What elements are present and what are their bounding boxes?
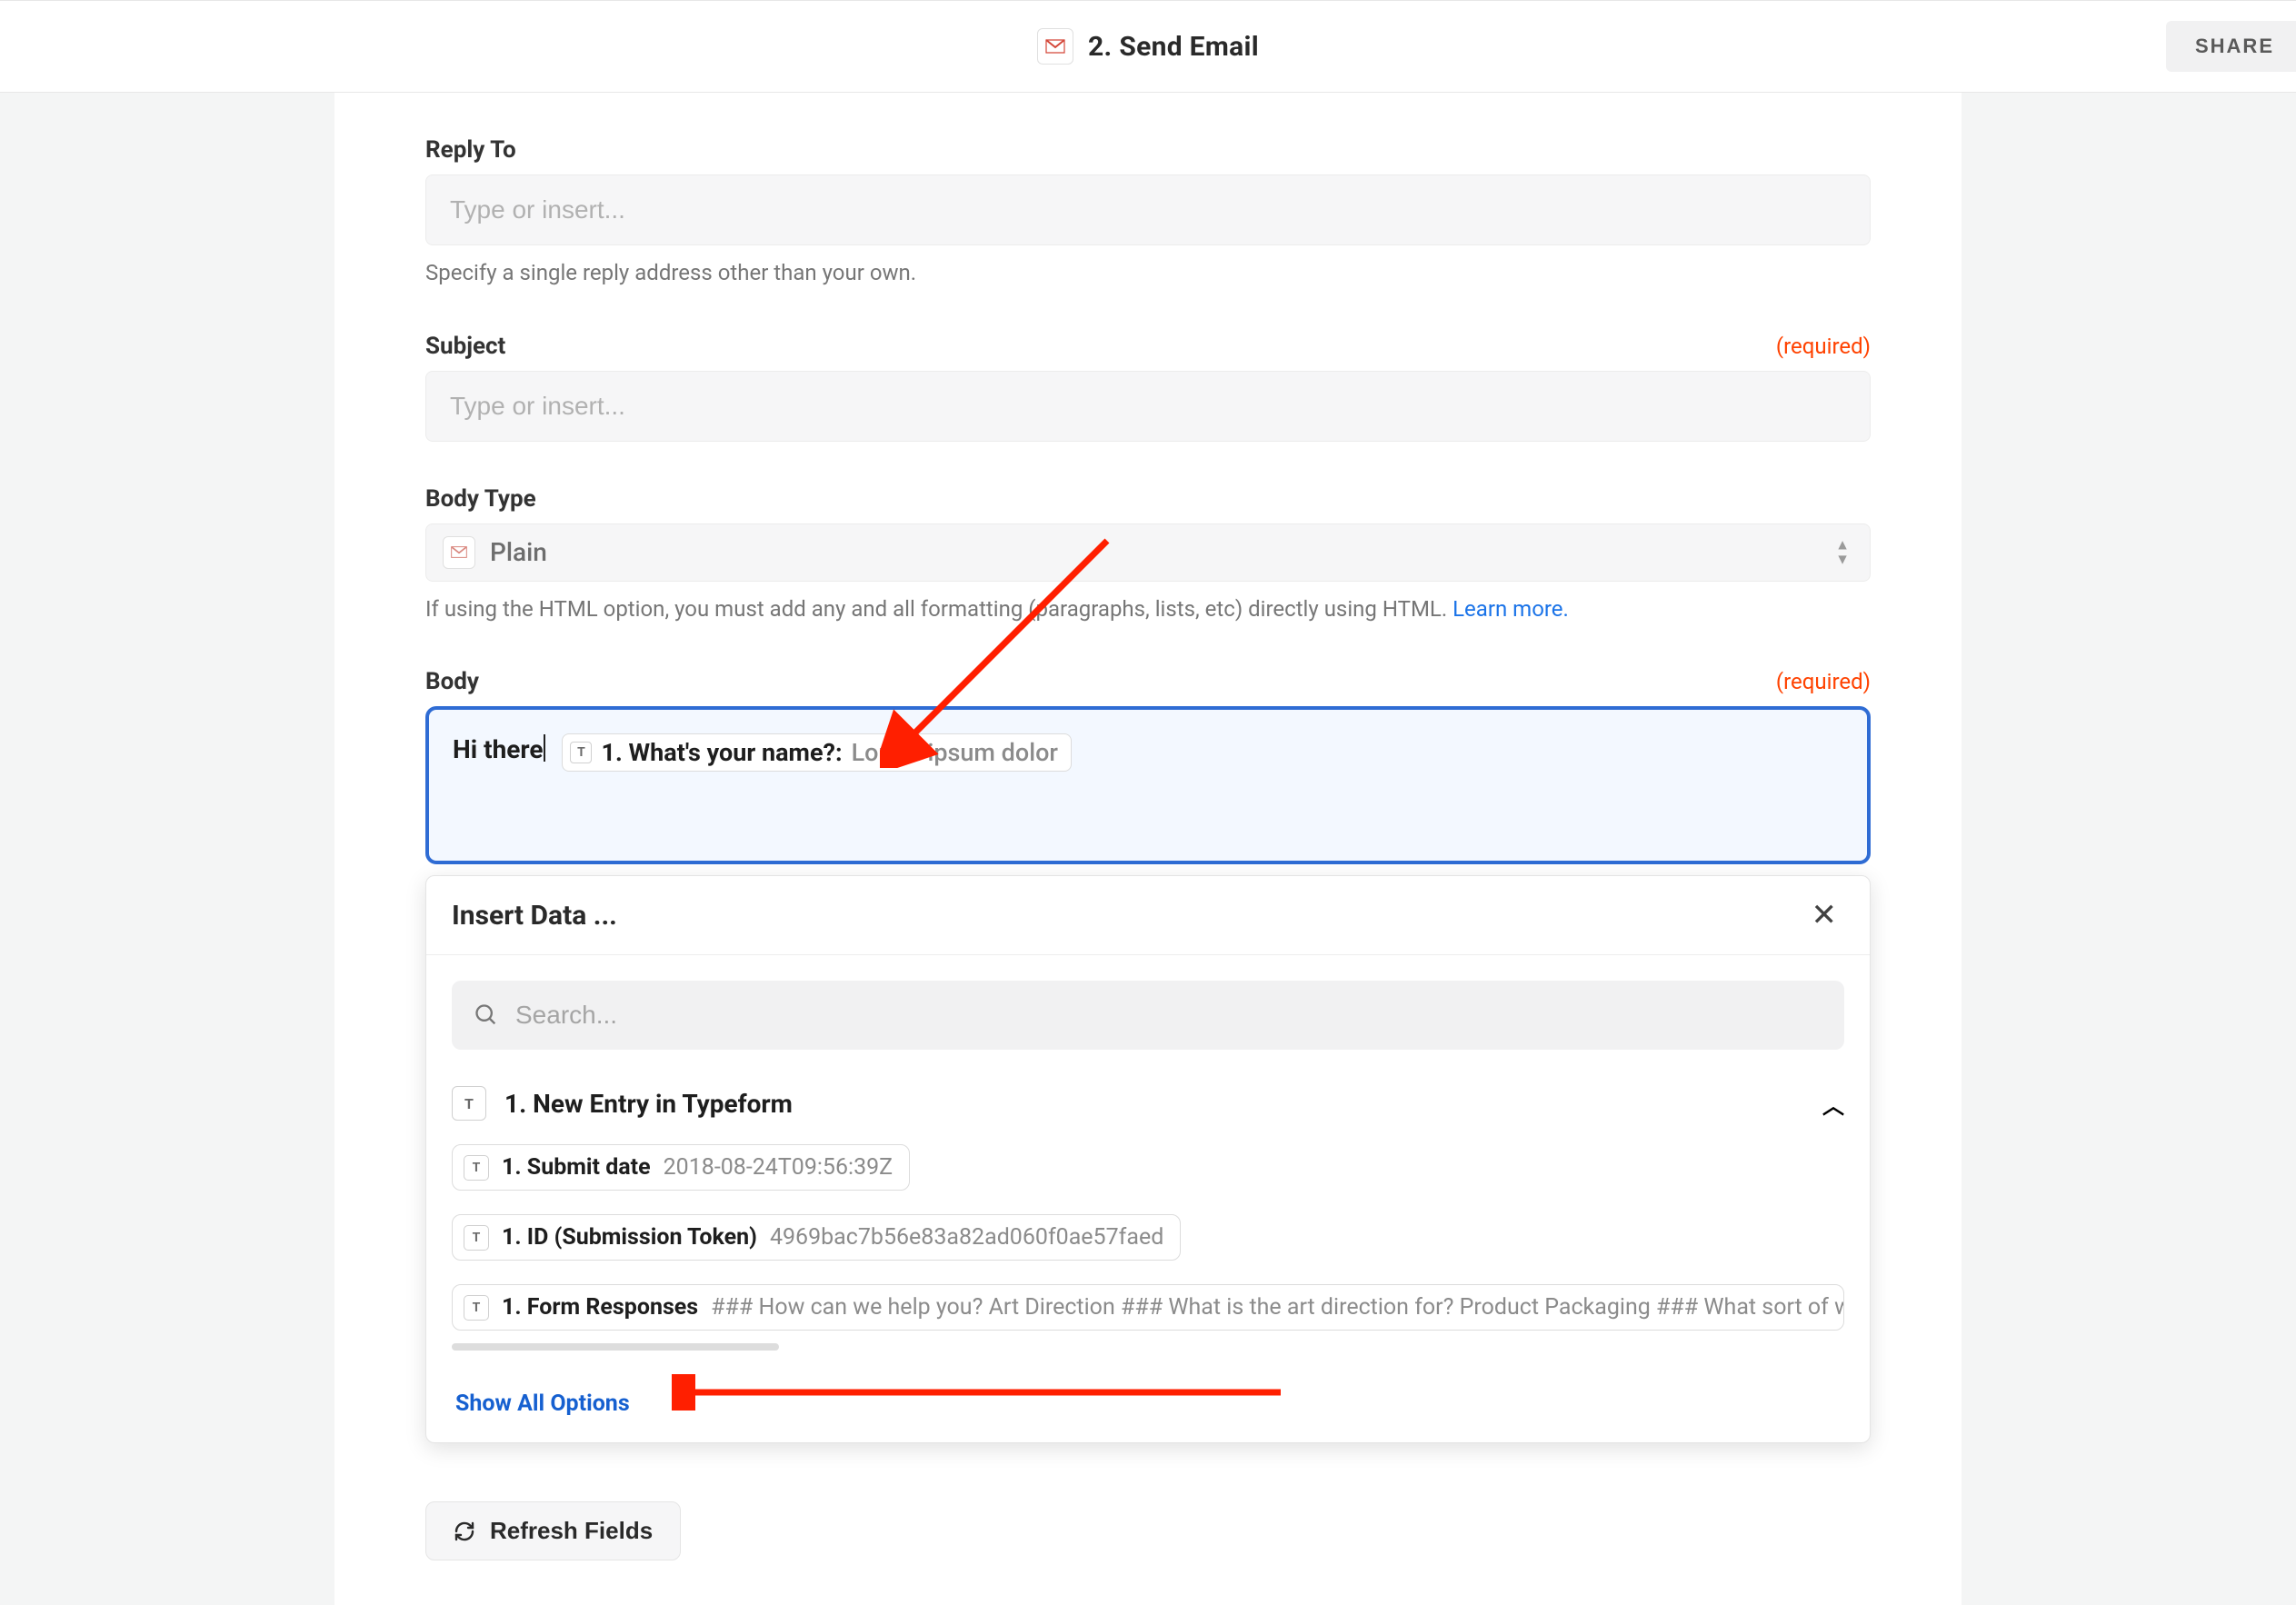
typeform-badge-icon: T (464, 1295, 489, 1321)
typeform-badge-icon: T (452, 1086, 486, 1121)
chip-sample: 4969bac7b56e83a82ad060f0ae57faed (770, 1224, 1163, 1251)
chip-sample: 2018-08-24T09:56:39Z (664, 1154, 893, 1181)
refresh-icon (454, 1520, 475, 1542)
popover-search-input[interactable] (515, 1001, 1822, 1030)
data-group-title: 1. New Entry in Typeform (504, 1089, 793, 1119)
top-bar: 2. Send Email SHARE (0, 0, 2296, 93)
learn-more-link[interactable]: Learn more. (1452, 596, 1569, 622)
typeform-badge-icon: T (464, 1155, 489, 1181)
data-chip[interactable]: T 1. Submit date 2018-08-24T09:56:39Z (452, 1144, 910, 1191)
body-label: Body (425, 668, 479, 695)
search-icon (474, 1002, 499, 1028)
gmail-icon (1037, 28, 1073, 65)
chip-row: T 1. Form Responses ### How can we help … (452, 1284, 1844, 1331)
popover-header: Insert Data ... ✕ (426, 876, 1870, 955)
body-type-helper-text: If using the HTML option, you must add a… (425, 596, 1452, 622)
field-subject: Subject (required) (425, 333, 1871, 442)
text-cursor (544, 734, 545, 762)
stage: Reply To Specify a single reply address … (0, 93, 2296, 1605)
body-required: (required) (1776, 669, 1871, 694)
horizontal-scrollbar[interactable] (452, 1343, 779, 1351)
body-type-select[interactable]: Plain ▲▼ (425, 523, 1871, 582)
page-title: 2. Send Email (1088, 31, 1259, 63)
token-sample: Lorem ipsum dolor (852, 738, 1058, 767)
token-label: 1. What's your name?: (601, 738, 842, 767)
insert-data-popover: Insert Data ... ✕ T 1. New Entry in Type… (425, 875, 1871, 1443)
chip-sample: ### How can we help you? Art Direction #… (711, 1294, 1844, 1321)
close-button[interactable]: ✕ (1804, 896, 1845, 934)
reply-to-input[interactable] (425, 174, 1871, 245)
typeform-badge-icon: T (570, 742, 592, 763)
body-type-helper: If using the HTML option, you must add a… (425, 594, 1871, 625)
show-all-row: Show All Options (426, 1369, 1870, 1442)
reply-to-label: Reply To (425, 136, 516, 164)
field-reply-to: Reply To Specify a single reply address … (425, 136, 1871, 289)
reply-to-helper: Specify a single reply address other tha… (425, 258, 1871, 289)
body-token[interactable]: T 1. What's your name?: Lorem ipsum dolo… (562, 733, 1071, 772)
field-body-type: Body Type Plain ▲▼ If using the HTML opt… (425, 485, 1871, 625)
chip-row: T 1. Submit date 2018-08-24T09:56:39Z (452, 1144, 1844, 1191)
data-chip[interactable]: T 1. ID (Submission Token) 4969bac7b56e8… (452, 1214, 1181, 1261)
chevron-up-icon: ︿ (1822, 1088, 1844, 1120)
body-input[interactable]: Hi there T 1. What's your name?: Lorem i… (425, 706, 1871, 864)
data-chip[interactable]: T 1. Form Responses ### How can we help … (452, 1284, 1844, 1331)
chip-label: 1. Form Responses (502, 1294, 698, 1321)
show-all-link[interactable]: Show All Options (455, 1391, 630, 1417)
subject-required: (required) (1776, 334, 1871, 359)
gmail-icon-small (443, 536, 475, 569)
data-group-header[interactable]: T 1. New Entry in Typeform ︿ (452, 1086, 1844, 1121)
close-icon: ✕ (1812, 898, 1838, 932)
annotation-arrow-show-all (672, 1374, 1290, 1411)
body-type-value: Plain (490, 537, 547, 567)
typeform-badge-icon: T (464, 1225, 489, 1251)
refresh-label: Refresh Fields (490, 1517, 653, 1545)
chip-label: 1. ID (Submission Token) (502, 1224, 757, 1251)
body-typed-text: Hi there (453, 734, 544, 764)
share-button[interactable]: SHARE (2166, 21, 2296, 72)
form-card: Reply To Specify a single reply address … (334, 93, 1962, 1605)
title-wrap: 2. Send Email (1037, 28, 1259, 65)
subject-input[interactable] (425, 371, 1871, 442)
chip-label: 1. Submit date (502, 1154, 651, 1181)
chip-row: T 1. ID (Submission Token) 4969bac7b56e8… (452, 1214, 1844, 1261)
body-type-label: Body Type (425, 485, 536, 513)
refresh-fields-button[interactable]: Refresh Fields (425, 1501, 681, 1560)
popover-search[interactable] (452, 981, 1844, 1050)
caret-icon: ▲▼ (1835, 538, 1850, 566)
field-body: Body (required) Hi there T 1. What's you… (425, 668, 1871, 1443)
subject-label: Subject (425, 333, 505, 360)
popover-title: Insert Data ... (452, 900, 617, 932)
